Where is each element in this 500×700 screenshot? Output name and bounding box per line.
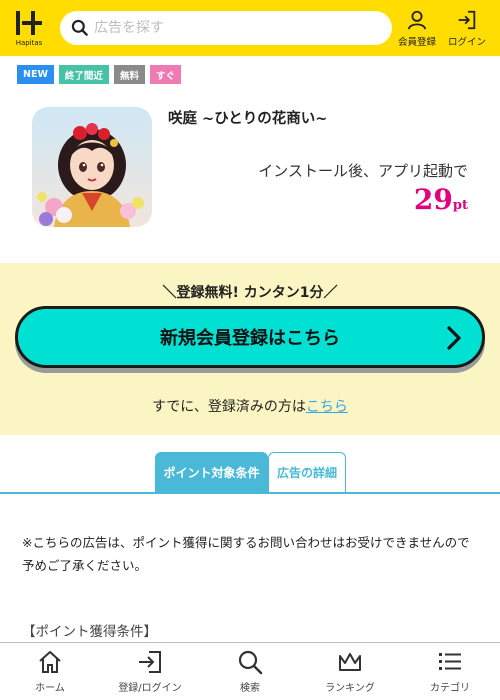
- tag-new: NEW: [17, 65, 54, 84]
- app-icon: [32, 107, 152, 227]
- login-button[interactable]: ログイン: [442, 0, 492, 56]
- tag-free: 無料: [113, 65, 145, 84]
- search-icon: [238, 650, 263, 675]
- search-icon: [71, 19, 88, 36]
- nav-category-label: カテゴリ: [430, 683, 470, 694]
- nav-search[interactable]: 検索: [200, 643, 300, 700]
- signup-button-label: 新規会員登録はこちら: [160, 328, 340, 349]
- tag-list: NEW 終了間近 無料 すぐ: [17, 65, 181, 84]
- notice-text: ※こちらの広告は、ポイント獲得に関するお問い合わせはお受けできませんので予めご了…: [22, 535, 470, 573]
- login-icon: [458, 10, 476, 29]
- app-title: 咲庭 ~ひとりの花商い~: [168, 111, 328, 127]
- login-link[interactable]: こちら: [306, 399, 348, 415]
- nav-ranking[interactable]: ランキング: [300, 643, 400, 700]
- signup-button[interactable]: 新規会員登録はこちら: [15, 306, 485, 368]
- register-label: 会員登録: [397, 36, 436, 48]
- tab-point-conditions[interactable]: ポイント対象条件: [155, 452, 268, 492]
- user-icon: [407, 10, 427, 30]
- list-icon: [439, 653, 461, 670]
- points-unit: pt: [452, 198, 468, 213]
- login-label: ログイン: [447, 36, 486, 48]
- registration-banner: ＼登録無料! カンタン1分／: [162, 285, 338, 301]
- tab-ad-details[interactable]: 広告の詳細: [268, 452, 346, 492]
- already-registered-text: すでに、登録済みの方はこちら: [0, 396, 500, 416]
- tag-ending-soon: 終了間近: [58, 65, 109, 84]
- nav-search-label: 検索: [240, 683, 260, 694]
- nav-ranking-label: ランキング: [325, 683, 375, 694]
- nav-login-label: 登録/ログイン: [118, 683, 182, 694]
- registration-section: ＼登録無料! カンタン1分／ 新規会員登録はこちら すでに、登録済みの方はこちら: [0, 263, 500, 435]
- already-registered-label: すでに、登録済みの方は: [152, 399, 306, 415]
- logo-mark: [14, 9, 44, 37]
- search-box[interactable]: [60, 11, 392, 45]
- nav-login[interactable]: 登録/ログイン: [100, 643, 200, 700]
- register-button[interactable]: 会員登録: [392, 0, 442, 56]
- logo-text: Hapitas: [15, 39, 43, 47]
- logo[interactable]: Hapitas: [6, 0, 52, 56]
- tab-underline: [0, 492, 500, 494]
- points-value: 29: [413, 183, 453, 216]
- login-icon: [139, 651, 161, 673]
- header: Hapitas 会員登録 ログイン: [0, 0, 500, 56]
- tag-instant: すぐ: [149, 65, 181, 84]
- nav-home-label: ホーム: [35, 683, 65, 694]
- crown-icon: [339, 653, 361, 671]
- chevron-right-icon: [447, 326, 461, 350]
- bottom-nav: ホーム 登録/ログイン 検索 ランキング カテゴリ: [0, 642, 500, 700]
- search-input[interactable]: [94, 20, 374, 36]
- nav-category[interactable]: カテゴリ: [400, 643, 500, 700]
- reward-points: 29pt: [414, 183, 468, 216]
- reward-condition: インストール後、アプリ起動で: [258, 162, 468, 180]
- home-icon: [39, 651, 61, 673]
- tab-bar: ポイント対象条件 広告の詳細: [155, 452, 346, 492]
- conditions-heading: 【ポイント獲得条件】: [22, 624, 157, 640]
- nav-home[interactable]: ホーム: [0, 643, 100, 700]
